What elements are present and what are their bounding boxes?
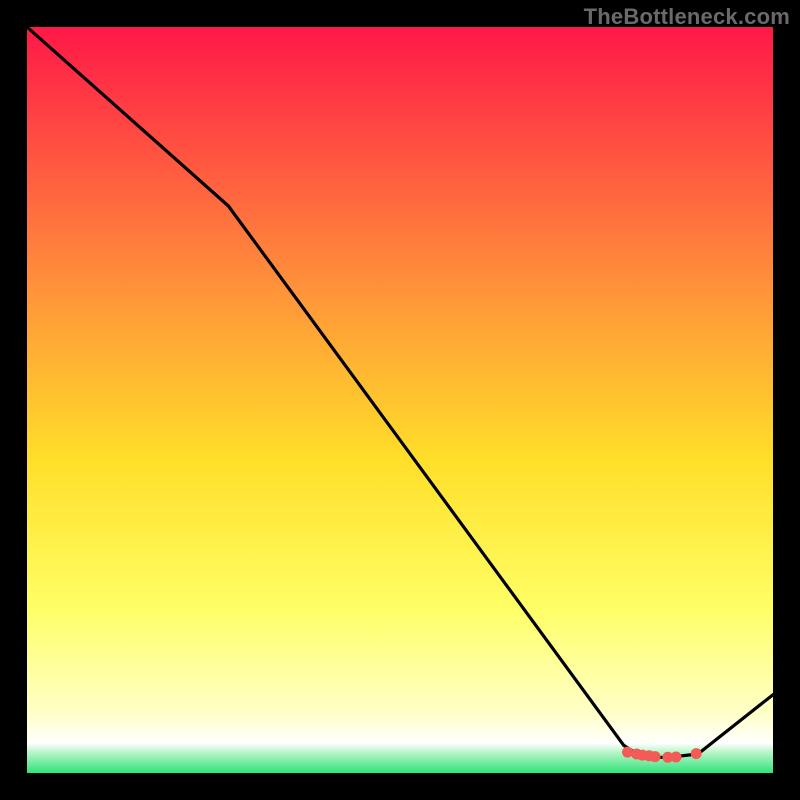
gradient-background [27, 27, 773, 773]
chart-frame: TheBottleneck.com [0, 0, 800, 800]
marker-point [671, 752, 682, 763]
plot-area [27, 27, 773, 773]
marker-point [650, 751, 661, 762]
marker-point [691, 748, 702, 759]
